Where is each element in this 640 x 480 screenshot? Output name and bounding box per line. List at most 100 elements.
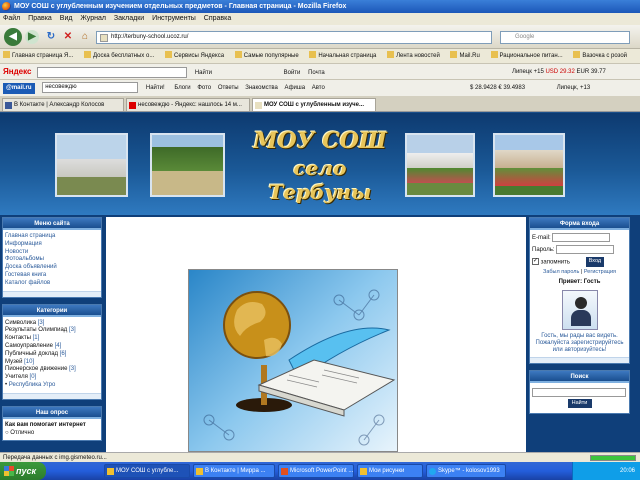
menu-item-info[interactable]: Информация — [5, 241, 99, 249]
taskbar-item-firefox[interactable]: МОУ СОШ с углубле... — [104, 464, 190, 478]
category-item[interactable]: Самоуправление [4] — [5, 343, 99, 351]
globe-book-illustration — [203, 289, 396, 446]
bookmark-icon — [573, 51, 581, 58]
window-titlebar[interactable]: МОУ СОШ с углубленным изучением отдельны… — [0, 0, 640, 13]
remember-checkbox[interactable]: ✓ — [532, 258, 539, 266]
firefox-icon — [196, 468, 203, 475]
menu-item-board[interactable]: Доска объявлений — [5, 264, 99, 272]
poll-block: Наш опрос Как вам помогает интернет ○ От… — [2, 405, 102, 442]
bookmark-item[interactable]: Рациональное питан... — [490, 51, 563, 59]
menu-bar: Файл Правка Вид Журнал Закладки Инструме… — [0, 13, 640, 25]
bookmark-item[interactable]: Главная страница Я... — [3, 51, 73, 59]
menu-help[interactable]: Справка — [204, 15, 231, 22]
menu-item-files[interactable]: Каталог файлов — [5, 280, 99, 288]
yandex-logo[interactable]: Яндекс — [3, 67, 31, 76]
menu-item-guestbook[interactable]: Гостевая книга — [5, 272, 99, 280]
yandex-search-input[interactable] — [37, 66, 188, 78]
search-title: Поиск — [530, 370, 629, 383]
menu-file[interactable]: Файл — [3, 15, 20, 22]
yandex-find-button[interactable]: Найти — [195, 70, 212, 76]
menu-item-news[interactable]: Новости — [5, 249, 99, 257]
mailru-search-input[interactable]: несовеждю — [42, 81, 139, 93]
taskbar-item-powerpoint[interactable]: Microsoft PowerPoint ... — [278, 464, 354, 478]
mailru-answers-link[interactable]: Ответы — [218, 85, 239, 91]
site-logo[interactable]: МОУ СОШ село Тербуны — [245, 128, 395, 204]
forward-arrow-icon[interactable]: ▶ — [25, 30, 39, 44]
search-block: Поиск Найти — [529, 369, 630, 415]
flowerbed-photo — [405, 133, 475, 197]
bookmark-icon — [450, 51, 458, 58]
mailru-blogs-link[interactable]: Блоги — [174, 85, 190, 91]
mailru-afisha-link[interactable]: Афиша — [285, 85, 306, 91]
menu-view[interactable]: Вид — [60, 15, 73, 22]
yandex-favicon-icon — [129, 102, 136, 109]
category-item[interactable]: Пионерское движение [3] — [5, 366, 99, 374]
mailru-photo-link[interactable]: Фото — [197, 85, 211, 91]
guest-message: Гость, мы рады вас видеть. Пожалуйста за… — [535, 332, 624, 353]
category-item[interactable]: Результаты Олимпиад [3] — [5, 327, 99, 335]
powerpoint-icon — [281, 468, 288, 475]
web-search-input[interactable]: Google — [500, 31, 630, 44]
password-field[interactable] — [556, 244, 615, 254]
yandex-mail-link[interactable]: Почта — [308, 70, 325, 76]
register-link[interactable]: Регистрация — [584, 269, 616, 275]
firefox-icon — [107, 468, 114, 475]
windows-taskbar: пуск МОУ СОШ с углубле... В Контакте | М… — [0, 462, 640, 480]
block-footer — [530, 356, 629, 363]
category-item[interactable]: Символика [3] — [5, 320, 99, 328]
taskbar-item-vkontakte[interactable]: В Контакте | Мирра ... — [193, 464, 275, 478]
vk-favicon-icon — [5, 102, 12, 109]
mailru-logo[interactable]: @mail.ru — [3, 83, 35, 94]
mailru-find-button[interactable]: Найти! — [146, 85, 165, 91]
menu-tools[interactable]: Инструменты — [152, 15, 196, 22]
yandex-login-link[interactable]: Войти — [284, 70, 301, 76]
category-item[interactable]: Публичный доклад [6] — [5, 351, 99, 359]
start-button[interactable]: пуск — [0, 462, 46, 480]
taskbar-item-skype[interactable]: Skype™ - kolosov1993 — [426, 464, 506, 478]
reload-icon[interactable]: ↻ — [44, 30, 58, 44]
tab-yandex-search[interactable]: несовеждю - Яндекс: нашлось 14 м... — [126, 98, 250, 111]
bookmark-item[interactable]: Сервисы Яндекса — [165, 51, 224, 59]
home-icon[interactable]: ⌂ — [78, 30, 92, 44]
taskbar-item-pictures[interactable]: Мои рисунки — [357, 464, 423, 478]
yandex-toolbar: Яндекс Найти Войти Почта Липецк +15 USD … — [0, 63, 640, 79]
folder-icon — [360, 468, 367, 475]
tab-school-site[interactable]: МОУ СОШ с углубленным изуче... — [252, 98, 376, 111]
bookmark-icon — [84, 51, 92, 58]
bookmark-item[interactable]: Самые популярные — [234, 51, 299, 59]
mailru-dating-link[interactable]: Знакомства — [245, 85, 278, 91]
menu-history[interactable]: Журнал — [80, 15, 106, 22]
loading-progress — [590, 455, 636, 461]
bookmark-item[interactable]: Начальная страница — [309, 51, 376, 59]
url-bar[interactable]: http://terbuny-school.ucoz.ru/ — [96, 31, 492, 44]
category-item[interactable]: Музей [10] — [5, 359, 99, 367]
greeting: Привет: Гость — [558, 278, 601, 285]
windows-logo-icon — [4, 466, 14, 476]
forgot-password-link[interactable]: Забыл пароль — [543, 269, 579, 275]
page-content: МОУ СОШ село Тербуны Меню сайта Главная … — [0, 113, 640, 452]
stop-icon[interactable]: ✕ — [61, 30, 75, 44]
mailru-auto-link[interactable]: Авто — [312, 85, 325, 91]
email-field[interactable] — [552, 233, 611, 242]
bookmark-item[interactable]: Лента новостей — [387, 51, 440, 59]
back-arrow-icon[interactable]: ◀ — [4, 28, 22, 46]
tab-vkontakte[interactable]: В Контакте | Александр Колосов — [2, 98, 124, 111]
login-button[interactable]: Вход — [585, 256, 605, 267]
poll-option[interactable]: ○ Отлично — [5, 430, 34, 436]
menu-bookmarks[interactable]: Закладки — [114, 15, 144, 22]
category-item[interactable]: Контакты [1] — [5, 335, 99, 343]
bookmark-item[interactable]: Доска бесплатных о... — [84, 51, 154, 59]
poll-question: Как вам помогает интернет — [5, 421, 86, 428]
navigation-toolbar: ◀ ▶ ↻ ✕ ⌂ http://terbuny-school.ucoz.ru/… — [0, 25, 640, 49]
system-tray: 20:06 — [572, 462, 640, 480]
category-item[interactable]: Учителя [0] — [5, 374, 99, 382]
bookmark-item[interactable]: Вазочка с розой — [573, 51, 627, 59]
tab-label: МОУ СОШ с углубленным изуче... — [264, 102, 365, 108]
site-search-button[interactable]: Найти — [567, 398, 592, 409]
bookmark-item[interactable]: Mail.Ru — [450, 51, 480, 59]
menu-item-home[interactable]: Главная страница — [5, 233, 99, 241]
menu-edit[interactable]: Правка — [28, 15, 52, 22]
category-item[interactable]: • Республика Угро — [5, 382, 99, 390]
site-search-input[interactable] — [532, 387, 626, 397]
url-text: http://terbuny-school.ucoz.ru/ — [111, 34, 189, 40]
